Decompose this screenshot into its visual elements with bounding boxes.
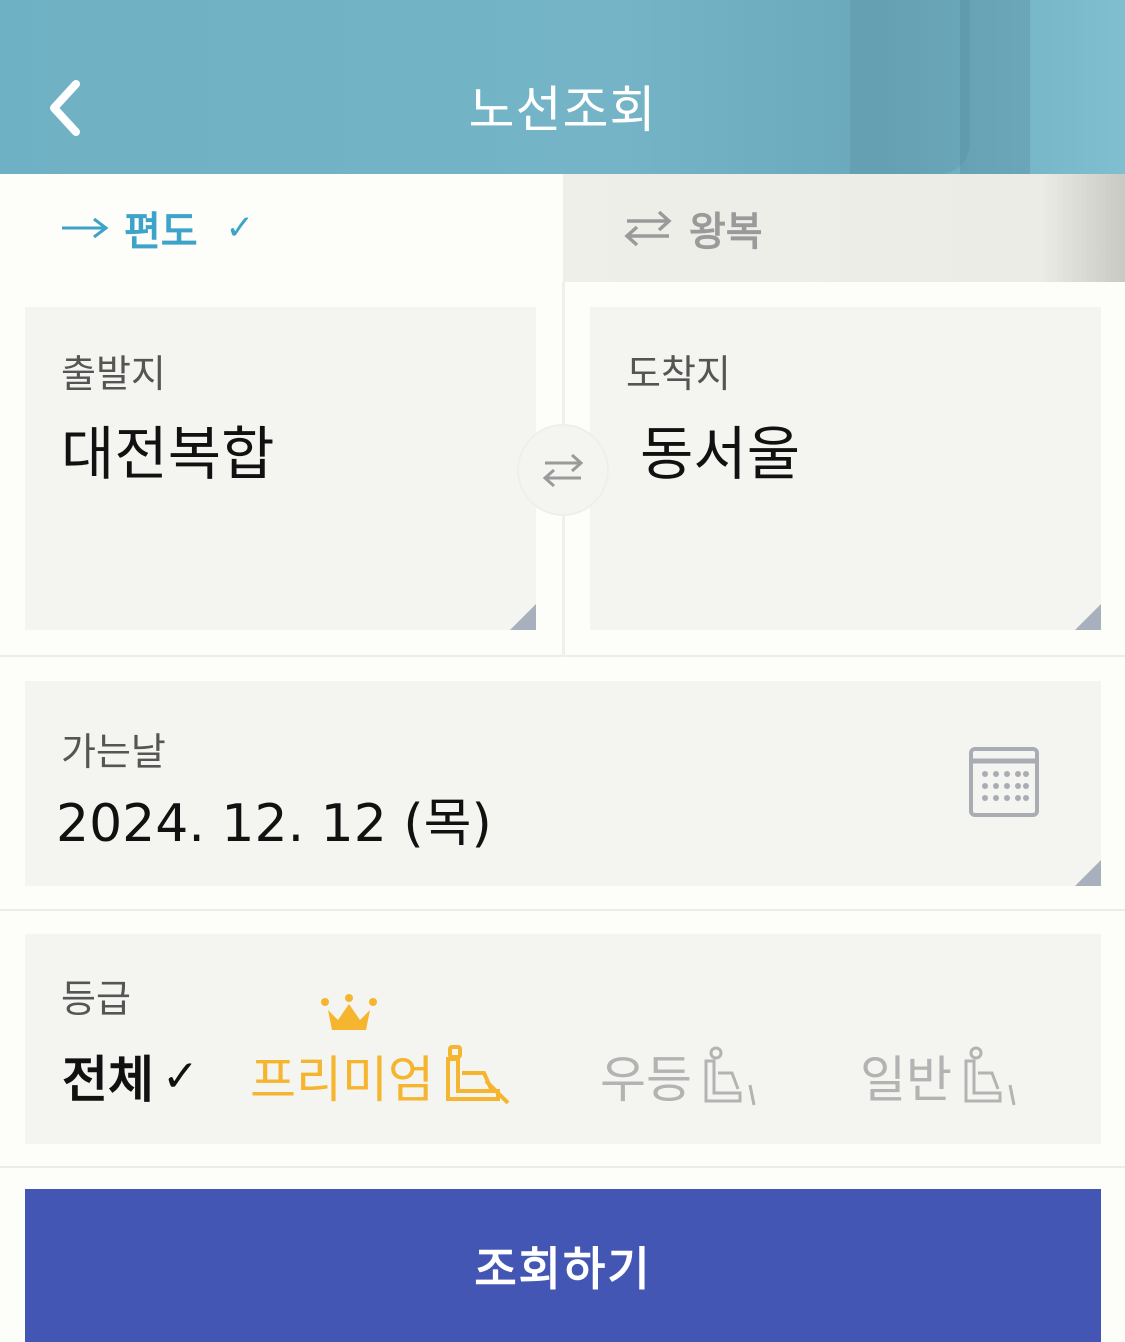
page-title: 노선조회 [468, 81, 657, 139]
departure-label: 출발지 [61, 352, 166, 396]
app-header: 노선조회 [0, 0, 1125, 174]
tab-oneway-label: 편도 [124, 209, 198, 255]
date-value: 2024. 12. 12 (목) [56, 794, 492, 854]
grade-option-standard-label: 일반 [860, 1051, 952, 1109]
date-field[interactable]: 가는날 2024. 12. 12 (목) [25, 681, 1101, 886]
corner-marker [510, 604, 536, 630]
arrival-label: 도착지 [626, 352, 731, 396]
grade-option-premium[interactable]: 프리미엄 [250, 994, 512, 1112]
departure-field[interactable]: 출발지 대전복합 [25, 307, 536, 630]
grade-label: 등급 [61, 977, 131, 1021]
calendar-icon[interactable] [968, 746, 1040, 818]
date-label: 가는날 [61, 730, 166, 774]
grade-option-all[interactable]: 전체 ✓ [62, 1040, 199, 1112]
grade-option-deluxe-label: 우등 [600, 1051, 692, 1109]
trip-type-tabs: 편도 ✓ 왕복 [0, 174, 1125, 282]
crown-icon [321, 994, 377, 1030]
seat-icon [964, 1046, 1016, 1106]
premium-seat-icon [446, 1045, 510, 1105]
arrival-field[interactable]: 도착지 동서울 [590, 307, 1101, 630]
corner-marker [1075, 860, 1101, 886]
search-button[interactable]: 조회하기 [25, 1189, 1101, 1342]
grade-option-all-label: 전체 [62, 1051, 154, 1109]
swap-icon [542, 453, 584, 488]
arrow-right-icon [62, 217, 109, 239]
station-selector: 출발지 대전복합 도착지 동서울 [0, 282, 1125, 657]
tab-roundtrip-label: 왕복 [689, 209, 763, 255]
swap-arrows-icon [624, 210, 672, 247]
swap-stations-button[interactable] [517, 424, 609, 516]
check-icon: ✓ [162, 1050, 199, 1102]
arrival-value: 동서울 [640, 420, 801, 488]
corner-marker [1075, 604, 1101, 630]
tab-oneway[interactable]: 편도 ✓ [0, 174, 563, 282]
grade-field: 등급 [25, 934, 1101, 1144]
grade-option-premium-label: 프리미엄 [250, 1051, 434, 1109]
check-icon: ✓ [225, 208, 255, 248]
departure-value: 대전복합 [61, 420, 275, 488]
tab-roundtrip[interactable]: 왕복 [563, 174, 1125, 282]
grade-option-standard[interactable]: 일반 [860, 1040, 1020, 1112]
grade-option-deluxe[interactable]: 우등 [600, 1040, 760, 1112]
seat-icon [704, 1046, 756, 1106]
